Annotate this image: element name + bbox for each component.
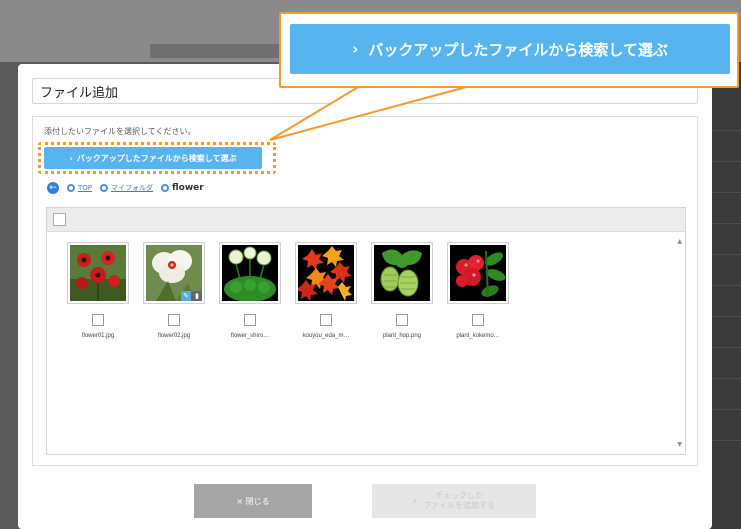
breadcrumb-item-current: flower	[161, 183, 204, 193]
file-checkbox[interactable]	[92, 314, 104, 326]
chevron-right-icon: ›	[352, 40, 359, 58]
breadcrumb-item-myfolder[interactable]: マイフォルダ	[100, 183, 153, 193]
add-label-line1: チェックした	[435, 491, 483, 500]
background-bar	[150, 44, 290, 58]
file-thumbnail[interactable]	[67, 242, 129, 304]
scroll-down-icon[interactable]: ▼	[677, 441, 682, 448]
file-checkbox[interactable]	[396, 314, 408, 326]
scroll-up-icon[interactable]: ▲	[677, 238, 682, 245]
file-checkbox[interactable]	[320, 314, 332, 326]
edit-icon[interactable]: ✎	[181, 291, 191, 301]
file-item[interactable]: flower01.jpg	[67, 242, 129, 339]
search-backup-button-zoomed-label: バックアップしたファイルから検索して選ぶ	[368, 40, 668, 59]
file-item[interactable]: kouyou_eda_m…	[295, 242, 357, 339]
bullet-icon	[100, 184, 109, 192]
breadcrumb: ← TOP マイフォルダ flower	[47, 181, 212, 195]
breadcrumb-link-top[interactable]: TOP	[78, 184, 92, 192]
instruction-text: 添付したいファイルを選択してください。	[44, 127, 196, 136]
breadcrumb-item-top[interactable]: TOP	[67, 184, 92, 192]
chevron-right-icon: ›	[413, 495, 417, 507]
red-flowers-icon	[70, 245, 126, 301]
file-thumbnail[interactable]	[219, 242, 281, 304]
file-thumbnail[interactable]: ✎ ▮	[143, 242, 205, 304]
back-arrow-icon[interactable]: ←	[47, 182, 59, 194]
red-berries-icon	[450, 245, 506, 301]
file-thumbnail[interactable]	[295, 242, 357, 304]
breadcrumb-link-myfolder[interactable]: マイフォルダ	[111, 183, 153, 193]
bullet-icon	[67, 184, 75, 192]
file-item[interactable]: plant_hop.png	[371, 242, 433, 339]
autumn-leaves-icon	[298, 245, 354, 301]
file-name: plant_kokemo…	[456, 333, 500, 339]
file-checkbox[interactable]	[244, 314, 256, 326]
file-grid: flower01.jpg ✎ ▮ flower02.jpg flower_shi…	[67, 242, 523, 339]
bullet-icon	[161, 184, 170, 192]
file-checkbox[interactable]	[472, 314, 484, 326]
add-checked-files-label: チェックした ファイルを追加する	[423, 491, 495, 511]
file-name: flower01.jpg	[81, 333, 115, 339]
select-all-checkbox[interactable]	[53, 213, 66, 226]
trash-icon[interactable]: ▮	[192, 291, 202, 301]
file-name: plant_hop.png	[382, 333, 422, 339]
file-name: flower_shiro…	[230, 333, 270, 339]
highlight-dotted-frame	[38, 142, 276, 174]
search-backup-button-zoomed[interactable]: › バックアップしたファイルから検索して選ぶ	[290, 24, 730, 74]
file-name: kouyou_eda_m…	[302, 333, 350, 339]
zoom-callout: › バックアップしたファイルから検索して選ぶ	[279, 12, 739, 88]
file-checkbox[interactable]	[168, 314, 180, 326]
thumbnail-controls: ✎ ▮	[180, 291, 202, 301]
background-right-rows	[711, 100, 741, 460]
file-item[interactable]: flower_shiro…	[219, 242, 281, 339]
file-browser: ▲ ▼ flower01.jpg ✎ ▮ flower02.jpg flower…	[46, 207, 686, 455]
file-add-modal: ファイル追加 添付したいファイルを選択してください。 › バックアップしたファイ…	[18, 64, 712, 529]
white-clover-flowers-icon	[222, 245, 278, 301]
file-toolbar	[47, 208, 685, 232]
add-checked-files-button[interactable]: › チェックした ファイルを追加する	[372, 484, 536, 518]
breadcrumb-current: flower	[172, 183, 204, 193]
add-label-line2: ファイルを追加する	[423, 501, 495, 510]
file-thumbnail[interactable]	[447, 242, 509, 304]
modal-title: ファイル追加	[40, 85, 119, 100]
file-item[interactable]: plant_kokemo…	[447, 242, 509, 339]
file-name: flower02.jpg	[157, 333, 191, 339]
close-button[interactable]: × 閉じる	[194, 484, 312, 518]
hop-plant-icon	[374, 245, 430, 301]
file-item[interactable]: ✎ ▮ flower02.jpg	[143, 242, 205, 339]
file-thumbnail[interactable]	[371, 242, 433, 304]
